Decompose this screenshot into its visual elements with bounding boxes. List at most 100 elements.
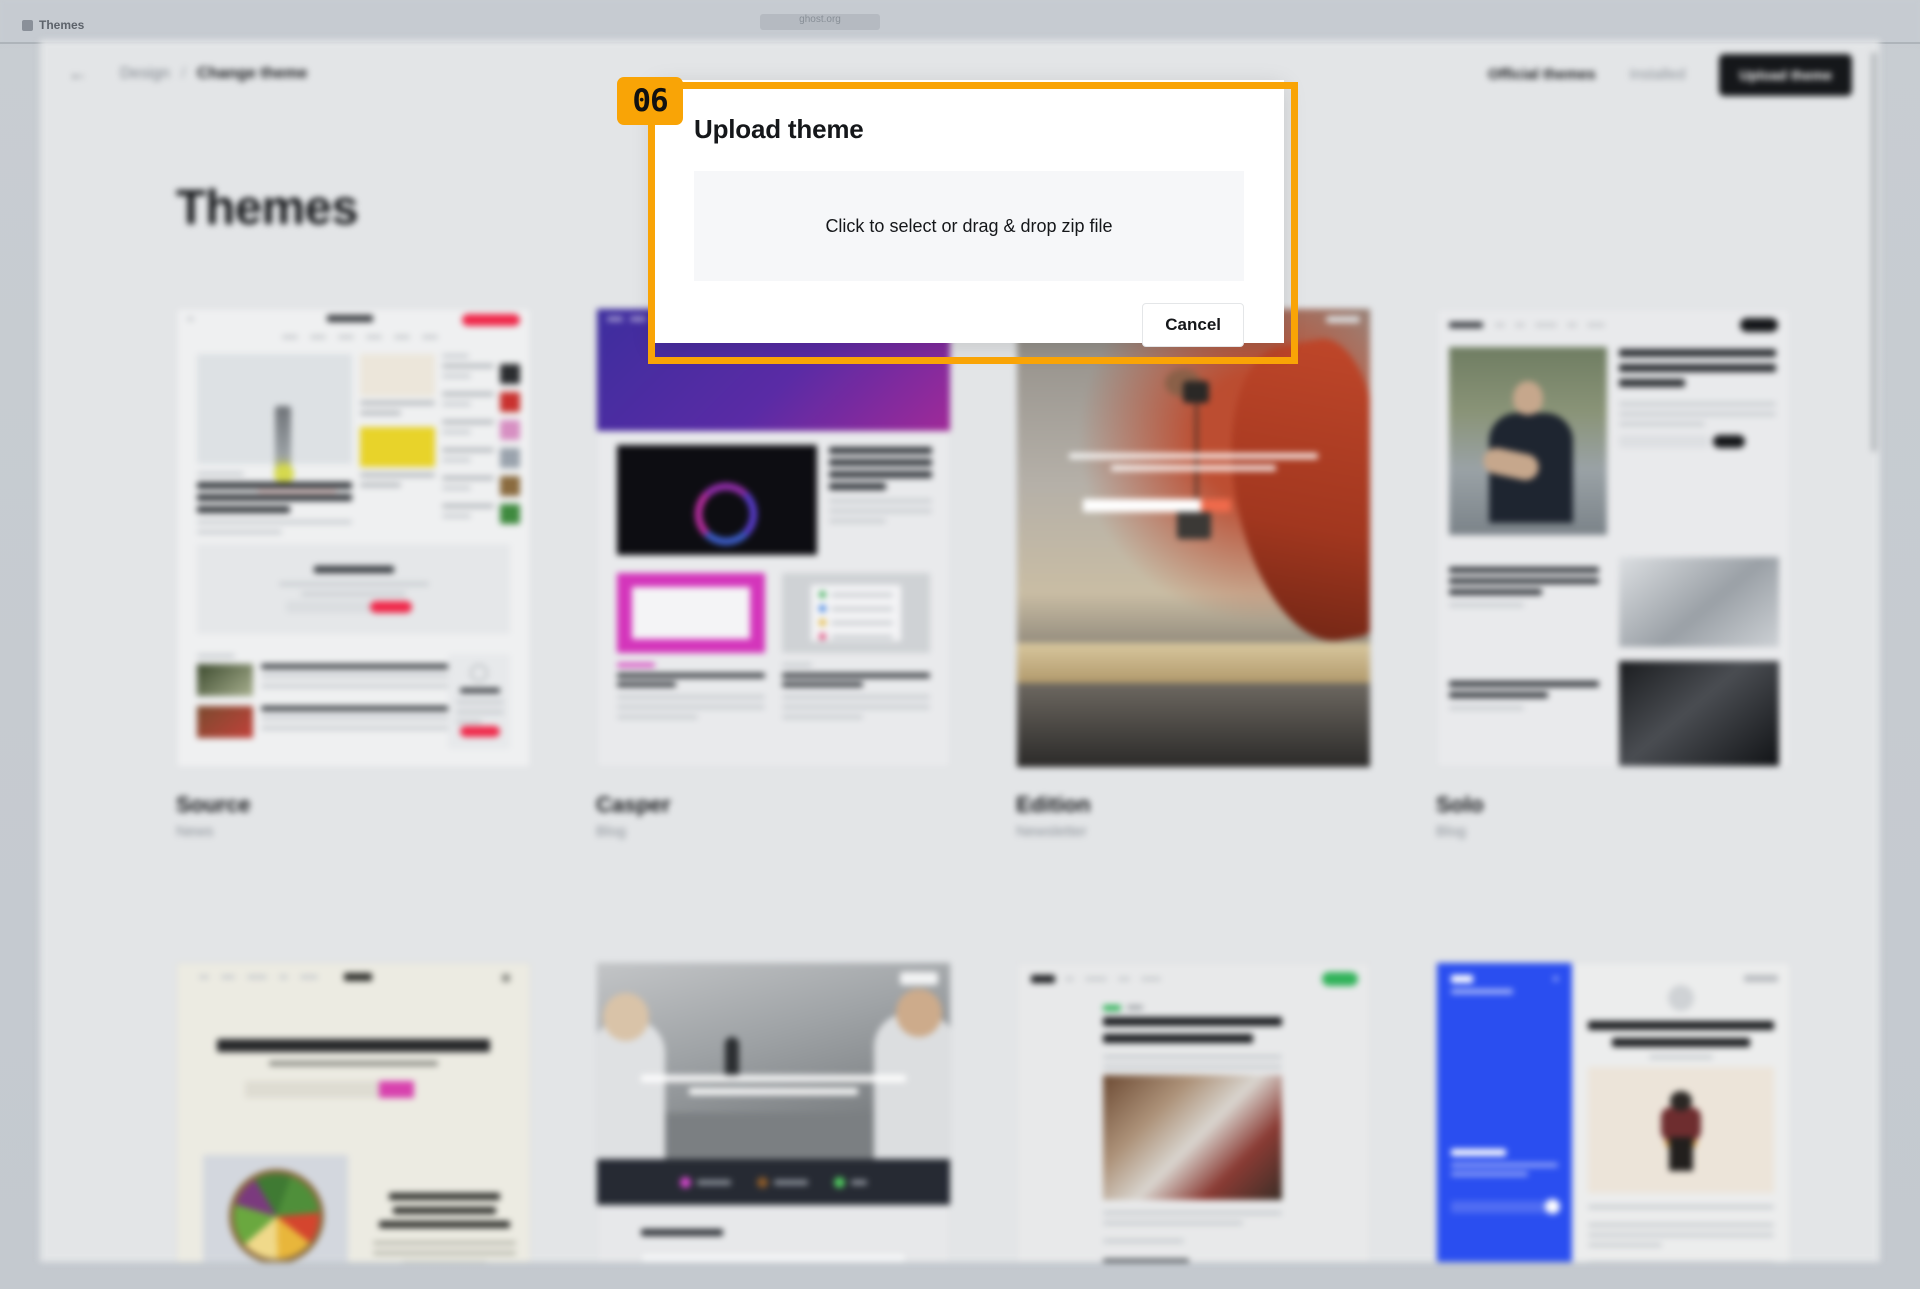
address-bar[interactable]: ghost.org — [760, 14, 880, 30]
mini-article-title — [373, 1193, 516, 1262]
theme-card[interactable]: Source News — [176, 308, 531, 840]
browser-window: Themes ghost.org ← Design / Change theme… — [0, 0, 1920, 1289]
modal-title: Upload theme — [694, 114, 864, 144]
breadcrumb-parent[interactable]: Design — [120, 65, 170, 82]
mini-tag — [1127, 1005, 1143, 1010]
mini-logo — [344, 973, 372, 981]
mini-cta — [1740, 318, 1778, 332]
theme-preview-solo[interactable] — [1436, 308, 1791, 768]
theme-thumbnail — [1017, 963, 1370, 1262]
theme-thumbnail — [1017, 309, 1370, 767]
theme-category: Blog — [596, 823, 627, 840]
mini-tag — [1103, 1005, 1121, 1011]
mini-episode-card — [641, 1253, 906, 1262]
theme-preview-wave[interactable] — [596, 962, 951, 1262]
mini-article-image — [1588, 1067, 1774, 1193]
mini-sidebar-list — [442, 354, 520, 532]
mini-cta — [462, 314, 520, 326]
mini-video-card — [617, 445, 817, 555]
mini-article-body — [1588, 1205, 1774, 1262]
mini-logo — [1031, 975, 1055, 983]
mini-hero-photo — [597, 963, 950, 1159]
back-arrow-icon[interactable]: ← — [68, 62, 92, 86]
mini-article-body — [1103, 1211, 1282, 1262]
browser-chrome-bar — [0, 0, 1920, 44]
theme-card[interactable]: Edition Newsletter — [1016, 308, 1371, 840]
mini-card — [617, 573, 765, 653]
theme-preview-bulletin[interactable] — [1016, 962, 1371, 1262]
theme-dropzone[interactable]: Click to select or drag & drop zip file — [694, 171, 1244, 281]
theme-category: News — [176, 823, 214, 840]
tab-official-themes[interactable]: Official themes — [1488, 55, 1596, 95]
upload-theme-modal: Upload theme Click to select or drag & d… — [654, 80, 1284, 347]
browser-tab-label: Themes — [39, 18, 85, 32]
theme-name: Casper — [596, 792, 671, 817]
theme-card[interactable]: Solo Blog — [1436, 308, 1791, 840]
theme-name: Edition — [1016, 792, 1091, 817]
cancel-button[interactable]: Cancel — [1142, 303, 1244, 347]
mini-article-image — [1619, 661, 1779, 766]
mini-sub-image — [360, 354, 435, 396]
mini-hero-title — [1069, 453, 1318, 477]
theme-thumbnail — [597, 963, 950, 1262]
mini-icon — [187, 317, 194, 321]
mini-logo — [1449, 322, 1483, 328]
dropzone-label: Click to select or drag & drop zip file — [825, 215, 1113, 236]
theme-preview-dawn[interactable] — [176, 962, 531, 1262]
mini-cta-banner — [197, 544, 510, 634]
theme-thumbnail: ✕ — [1437, 963, 1790, 1262]
theme-category: Newsletter — [1016, 823, 1087, 840]
theme-thumbnail — [597, 309, 950, 767]
mini-email-input — [245, 1081, 379, 1098]
favicon-icon — [22, 19, 33, 31]
tab-installed[interactable]: Installed — [1630, 55, 1686, 95]
mini-subscribe-button — [1713, 435, 1745, 448]
page-scrollbar[interactable] — [1871, 52, 1877, 452]
mini-cta — [900, 972, 938, 985]
breadcrumb-current: Change theme — [197, 65, 308, 82]
mini-nav — [282, 335, 438, 339]
mini-article-image — [1103, 1075, 1282, 1200]
theme-thumbnail — [177, 963, 530, 1262]
mini-article-title — [1449, 567, 1599, 613]
mini-body — [597, 431, 950, 767]
browser-tab[interactable]: Themes — [22, 14, 152, 36]
mini-platform-bar — [597, 1159, 950, 1205]
mini-nav — [199, 975, 318, 979]
mini-logo — [327, 315, 373, 322]
upload-theme-button[interactable]: Upload theme — [1719, 54, 1852, 96]
mini-avatar — [1668, 985, 1694, 1011]
theme-card[interactable]: Casper Blog — [596, 308, 951, 840]
mini-close-icon: ✕ — [1552, 974, 1560, 984]
theme-card[interactable]: Dawn Food — [176, 962, 531, 1262]
mini-article-title — [1449, 681, 1599, 716]
mini-headline — [217, 1039, 490, 1052]
mini-main — [1572, 963, 1790, 1262]
theme-thumbnail — [177, 309, 530, 767]
mini-subscribe-button — [379, 1081, 414, 1098]
breadcrumb: Design / Change theme — [120, 62, 307, 86]
mini-menu-icon — [502, 974, 510, 982]
theme-card[interactable]: ✕ — [1436, 962, 1791, 1262]
theme-preview-digest[interactable]: ✕ — [1436, 962, 1791, 1262]
theme-card[interactable]: Wave Podcast — [596, 962, 951, 1262]
mini-nav — [1065, 977, 1161, 981]
mini-search-input — [1083, 499, 1201, 512]
theme-card[interactable]: Bulletin Newsletter — [1016, 962, 1371, 1262]
mini-cta — [1744, 975, 1778, 982]
mini-aside-card — [448, 654, 510, 749]
mini-article-image — [1619, 557, 1779, 647]
theme-preview-casper[interactable] — [596, 308, 951, 768]
mini-sub-image — [360, 427, 435, 467]
mini-sidebar: ✕ — [1437, 963, 1572, 1262]
mini-cta — [1322, 972, 1358, 986]
theme-preview-edition[interactable] — [1016, 308, 1371, 768]
mini-email-input — [1619, 435, 1709, 448]
header-actions: Official themes Installed Upload theme — [1488, 54, 1852, 96]
theme-name: Source — [176, 792, 251, 817]
theme-name: Solo — [1436, 792, 1484, 817]
mini-logo — [1326, 316, 1360, 323]
annotation-step-badge: 06 — [617, 77, 683, 125]
theme-preview-source[interactable] — [176, 308, 531, 768]
mini-subheadline — [269, 1061, 438, 1066]
